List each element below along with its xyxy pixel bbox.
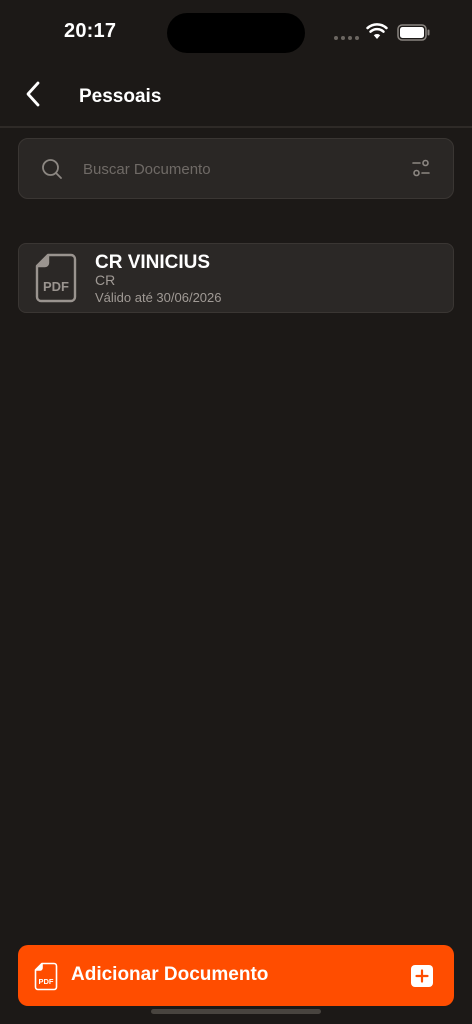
home-indicator <box>151 1009 321 1014</box>
header-divider <box>0 126 472 128</box>
plus-square-icon <box>411 965 433 990</box>
search-icon <box>41 158 63 185</box>
add-pdf-icon-label: PDF <box>39 977 54 986</box>
sliders-icon[interactable] <box>411 158 431 183</box>
document-card[interactable]: PDF CR VINICIUS CR Válido até 30/06/2026 <box>18 243 454 313</box>
add-document-button[interactable]: PDF Adicionar Documento <box>18 945 454 1006</box>
pdf-file-icon: PDF <box>35 253 77 308</box>
cellular-signal-icon <box>334 36 359 40</box>
search-box <box>18 138 454 199</box>
pdf-icon-label: PDF <box>43 279 69 294</box>
document-title: CR VINICIUS <box>95 252 211 273</box>
pdf-file-icon: PDF <box>34 962 58 994</box>
chevron-left-icon <box>25 81 41 112</box>
document-validity: Válido até 30/06/2026 <box>95 290 222 305</box>
search-input[interactable] <box>83 153 393 185</box>
page-title: Pessoais <box>79 86 162 107</box>
wifi-icon <box>366 22 388 45</box>
back-button[interactable] <box>18 80 48 112</box>
add-document-label: Adicionar Documento <box>71 964 269 985</box>
status-time: 20:17 <box>64 20 117 42</box>
dynamic-island <box>167 13 305 53</box>
document-type: CR <box>95 272 116 288</box>
battery-icon <box>397 24 431 46</box>
documents-screen: 20:17 Pessoais Buscar Documento PDF CR V… <box>0 0 472 1024</box>
